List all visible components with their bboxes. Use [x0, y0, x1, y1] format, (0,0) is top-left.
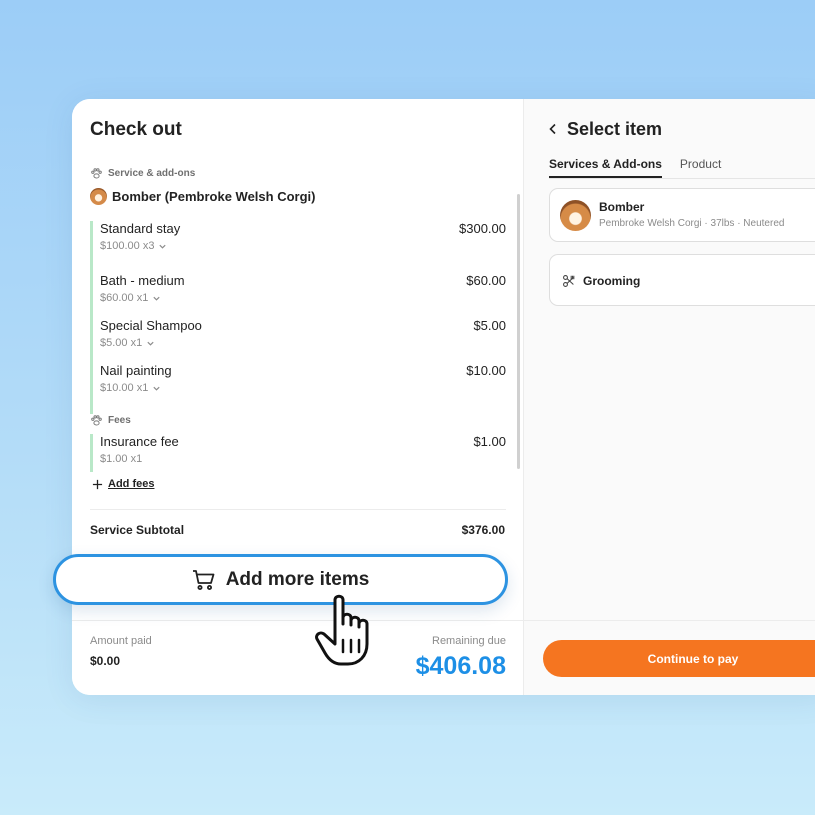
add-more-items-label: Add more items: [225, 568, 370, 590]
chevron-down-icon: [153, 386, 160, 391]
pet-card-description: Pembroke Welsh Corgi · 37lbs · Neutered: [599, 218, 785, 229]
pet-card-name: Bomber: [599, 200, 645, 214]
checkout-panel: Check out Service & add-ons Bomber (Pemb…: [72, 99, 524, 695]
fee-items-group: Insurance fee $1.00 $1.00 x1: [90, 434, 506, 472]
payment-summary: Amount paid $0.00 Remaining due $406.08: [72, 620, 524, 695]
fees-section-header: Fees: [90, 414, 131, 427]
tab-services-add-ons[interactable]: Services & Add-ons: [549, 157, 662, 178]
divider: [90, 509, 506, 510]
service-item-qty[interactable]: $5.00 x1: [100, 337, 155, 349]
grooming-card[interactable]: Grooming: [549, 254, 815, 306]
remaining-due-value: $406.08: [415, 652, 506, 680]
service-item-qty-text: $100.00 x3: [100, 240, 155, 252]
service-item[interactable]: Bath - medium $60.00 $60.00 x1: [93, 273, 506, 318]
add-fees-button[interactable]: Add fees: [92, 478, 154, 490]
fee-item-price: $1.00: [473, 434, 506, 449]
back-chevron-icon[interactable]: [546, 122, 560, 136]
grooming-icon: [563, 275, 575, 287]
service-item-price: $5.00: [473, 318, 506, 333]
tab-product[interactable]: Product: [680, 157, 721, 178]
scrollbar[interactable]: [517, 194, 520, 469]
fees-section-label: Fees: [108, 415, 131, 426]
service-item-name: Standard stay: [100, 221, 181, 236]
chevron-down-icon: [147, 341, 154, 346]
pointer-hand-icon: [315, 594, 369, 666]
chevron-down-icon: [153, 296, 160, 301]
add-fees-label: Add fees: [108, 478, 155, 490]
fee-item-qty: $1.00 x1: [100, 453, 143, 465]
service-item-name: Bath - medium: [100, 273, 185, 288]
service-item[interactable]: Standard stay $300.00 $100.00 x3: [93, 221, 506, 273]
chevron-down-icon: [159, 244, 167, 249]
service-item[interactable]: Nail painting $10.00 $10.00 x1: [93, 363, 506, 408]
item-tabs: Services & Add-ons Product: [549, 157, 721, 178]
service-item-qty-text: $10.00 x1: [100, 382, 149, 394]
service-item-qty[interactable]: $60.00 x1: [100, 292, 161, 304]
amount-paid-value: $0.00: [90, 654, 121, 668]
service-item-qty[interactable]: $10.00 x1: [100, 382, 161, 394]
service-item[interactable]: Special Shampoo $5.00 $5.00 x1: [93, 318, 506, 363]
service-item-qty[interactable]: $100.00 x3: [100, 240, 167, 252]
plus-icon: [92, 479, 103, 489]
subtotal-label: Service Subtotal: [90, 523, 185, 537]
pet-avatar: [90, 188, 107, 205]
tabs-divider: [549, 178, 815, 179]
pet-name: Bomber (Pembroke Welsh Corgi): [112, 189, 316, 204]
pet-card[interactable]: Bomber Pembroke Welsh Corgi · 37lbs · Ne…: [549, 188, 815, 242]
grooming-label: Grooming: [583, 274, 641, 288]
paw-icon: [91, 168, 102, 179]
service-item-qty-text: $60.00 x1: [100, 292, 149, 304]
cart-icon: [192, 569, 215, 590]
service-item-price: $300.00: [459, 221, 506, 236]
service-items-group: Standard stay $300.00 $100.00 x3 Bath - …: [90, 221, 506, 414]
amount-paid-label: Amount paid: [90, 635, 152, 647]
fee-item[interactable]: Insurance fee $1.00 $1.00 x1: [93, 434, 506, 472]
subtotal-value: $376.00: [461, 523, 505, 537]
service-item-name: Nail painting: [100, 363, 172, 378]
service-section-header: Service & add-ons: [90, 167, 195, 180]
add-more-items-button[interactable]: Add more items: [53, 554, 508, 605]
checkout-title: Check out: [90, 119, 182, 140]
continue-to-pay-button[interactable]: Continue to pay: [543, 640, 815, 677]
select-item-footer: Continue to pay: [524, 620, 815, 695]
service-item-name: Special Shampoo: [100, 318, 202, 333]
checkout-window: Check out Service & add-ons Bomber (Pemb…: [72, 99, 815, 695]
paw-icon: [91, 415, 102, 426]
service-item-price: $60.00: [466, 273, 506, 288]
service-item-qty-text: $5.00 x1: [100, 337, 143, 349]
select-item-panel: Select item Services & Add-ons Product B…: [524, 99, 815, 695]
pet-row: Bomber (Pembroke Welsh Corgi): [90, 188, 315, 205]
fee-item-name: Insurance fee: [100, 434, 179, 449]
pet-card-avatar: [560, 200, 591, 231]
remaining-due-label: Remaining due: [432, 635, 506, 647]
select-item-title: Select item: [567, 119, 663, 139]
service-section-label: Service & add-ons: [108, 168, 196, 179]
service-item-price: $10.00: [466, 363, 506, 378]
